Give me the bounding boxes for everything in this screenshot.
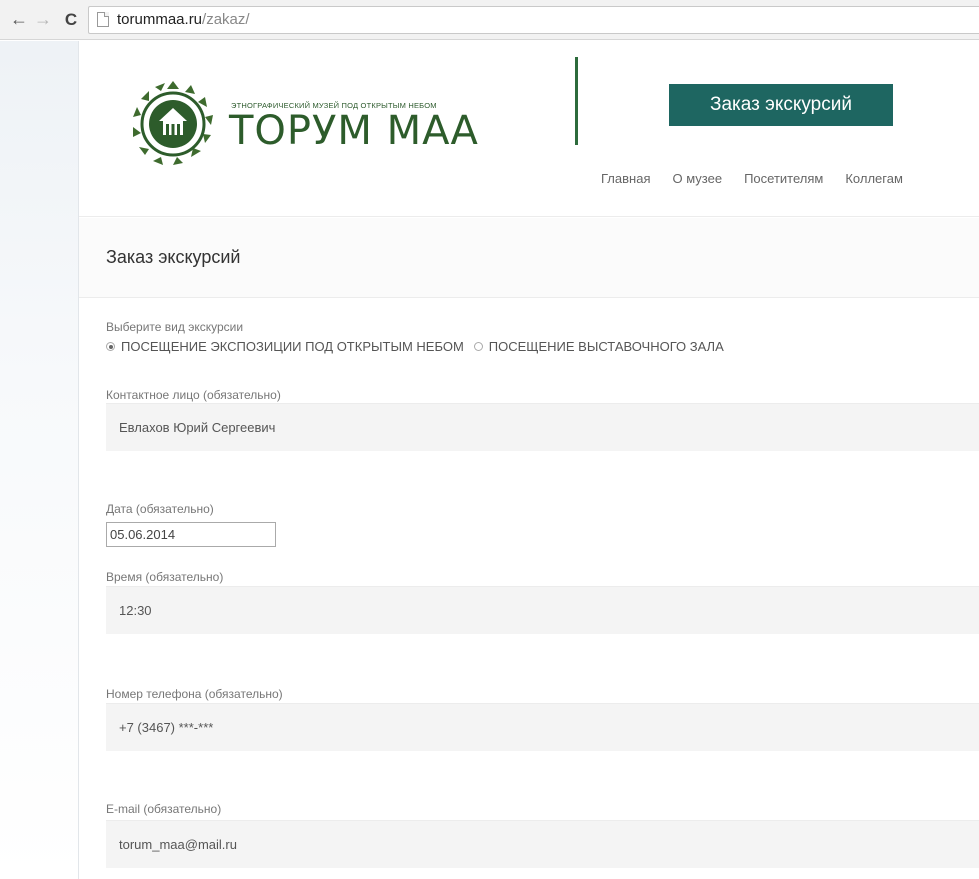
time-label: Время (обязательно): [106, 570, 224, 584]
nav-item-about[interactable]: О музее: [672, 171, 722, 186]
address-bar[interactable]: torummaa.ru/zakaz/: [88, 5, 979, 34]
page-icon: [97, 12, 109, 27]
phone-label: Номер телефона (обязательно): [106, 687, 283, 701]
contact-field[interactable]: Евлахов Юрий Сергеевич: [106, 403, 979, 451]
contact-label: Контактное лицо (обязательно): [106, 388, 281, 402]
page-title: Заказ экскурсий: [106, 247, 241, 267]
museum-emblem-icon[interactable]: [127, 79, 219, 169]
email-label: E-mail (обязательно): [106, 802, 222, 816]
main-nav: Главная О музее Посетителям Коллегам: [601, 171, 925, 186]
radio-open-air[interactable]: [106, 342, 115, 351]
reload-icon[interactable]: C: [60, 9, 82, 31]
email-field[interactable]: torum_maa@mail.ru: [106, 820, 979, 868]
time-field[interactable]: 12:30: [106, 586, 979, 634]
nav-item-visitors[interactable]: Посетителям: [744, 171, 823, 186]
phone-field[interactable]: +7 (3467) ***-***: [106, 703, 979, 751]
order-excursion-button[interactable]: Заказ экскурсий: [669, 84, 893, 126]
date-field[interactable]: 05.06.2014: [106, 522, 276, 547]
logo-title[interactable]: ТОРУМ МАА: [229, 111, 479, 151]
url-host: torummaa.ru: [117, 11, 203, 28]
tour-type-label: Выберите вид экскурсии: [106, 320, 244, 334]
nav-item-home[interactable]: Главная: [601, 171, 650, 186]
url-path: /zakaz/: [202, 11, 250, 28]
radio-exhibition-hall[interactable]: [473, 342, 483, 351]
date-label: Дата (обязательно): [106, 502, 214, 516]
left-background-strip: [0, 41, 79, 879]
back-arrow-icon[interactable]: ←: [8, 9, 30, 31]
nav-item-colleagues[interactable]: Коллегам: [845, 171, 903, 186]
forward-arrow-icon[interactable]: →: [32, 9, 54, 31]
title-bar: Заказ экскурсий: [79, 218, 979, 298]
header-divider: [575, 57, 578, 145]
browser-toolbar: ← → C torummaa.ru/zakaz/: [0, 0, 979, 40]
radio-open-air-label[interactable]: ПОСЕЩЕНИЕ ЭКСПОЗИЦИИ ПОД ОТКРЫТЫМ НЕБОМ: [121, 339, 464, 354]
site-header: ЭТНОГРАФИЧЕСКИЙ МУЗЕЙ ПОД ОТКРЫТЫМ НЕБОМ…: [79, 41, 979, 217]
radio-exhibition-hall-label[interactable]: ПОСЕЩЕНИЕ ВЫСТАВОЧНОГО ЗАЛА: [489, 339, 724, 354]
tour-type-options: ПОСЕЩЕНИЕ ЭКСПОЗИЦИИ ПОД ОТКРЫТЫМ НЕБОМ …: [106, 339, 734, 354]
page: ЭТНОГРАФИЧЕСКИЙ МУЗЕЙ ПОД ОТКРЫТЫМ НЕБОМ…: [0, 41, 979, 879]
